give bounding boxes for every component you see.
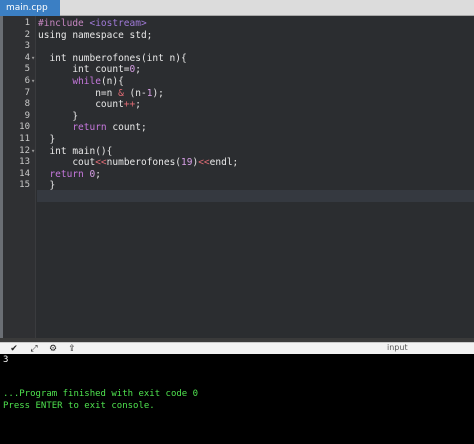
- fold-toggle-icon[interactable]: ▾: [31, 146, 37, 158]
- code-line: using namespace std;: [38, 30, 152, 42]
- line-number: 11: [19, 134, 30, 144]
- code-token: int main(){: [38, 145, 113, 157]
- line-number: 15: [19, 180, 30, 191]
- code-line: }: [38, 180, 55, 192]
- line-number: 2: [24, 29, 30, 40]
- code-line: }: [38, 111, 78, 123]
- code-token: cout: [38, 157, 96, 169]
- code-token: (n){: [100, 76, 124, 87]
- line-number: 5: [24, 64, 30, 75]
- code-line: }: [38, 134, 55, 146]
- fold-toggle-icon[interactable]: ▾: [31, 53, 37, 65]
- code-token: (n-: [123, 87, 147, 99]
- line-number: 3: [24, 41, 30, 52]
- code-token: 19: [181, 157, 193, 169]
- tab-main-cpp[interactable]: main.cpp: [0, 0, 60, 16]
- code-token: }: [38, 110, 79, 122]
- code-token: ;: [135, 99, 141, 111]
- line-number: 6: [24, 76, 30, 86]
- line-number: 12: [19, 145, 30, 156]
- code-line: n=n & (n-1);: [38, 88, 164, 100]
- line-number: 13: [19, 157, 30, 168]
- code-line: count++;: [38, 99, 141, 111]
- console-toolbar: ✔ ⤢ ⚙ ⇪ input: [0, 342, 474, 354]
- code-line: #include <iostream>: [38, 18, 147, 30]
- code-token: numberofones(: [106, 157, 182, 169]
- code-line: return count;: [38, 122, 147, 134]
- code-token: <<: [198, 157, 210, 169]
- code-token: ;: [135, 64, 141, 76]
- code-line: while(n){: [38, 76, 124, 88]
- line-number: 10: [19, 122, 30, 133]
- program-output: 3: [3, 355, 9, 365]
- code-token: count: [38, 99, 124, 111]
- line-number: 9: [24, 110, 30, 121]
- code-token: return: [72, 122, 107, 134]
- code-token: );: [152, 87, 164, 99]
- exit-prompt-text: Press ENTER to exit console.: [3, 401, 155, 411]
- input-tab[interactable]: input: [387, 343, 408, 353]
- code-token: using namespace std;: [38, 29, 153, 41]
- fold-toggle-icon[interactable]: ▾: [31, 76, 37, 88]
- code-token: ++: [123, 99, 136, 111]
- code-token: n=n: [38, 87, 119, 99]
- code-editor[interactable]: 1 2 3 4 ▾ 5 6 ▾ 7 8 9 10 11 12 ▾ 13 14 15 #include <iostr…: [0, 16, 474, 338]
- code-token: count;: [106, 122, 147, 134]
- code-token: <<: [95, 157, 107, 169]
- code-token: while: [72, 76, 101, 87]
- code-token: }: [38, 180, 56, 192]
- code-token: int numberofones(int n){: [38, 52, 187, 64]
- code-token: ;: [95, 168, 101, 180]
- code-token: }: [38, 134, 56, 145]
- code-token: <iostream>: [89, 18, 147, 29]
- line-number: 1: [24, 18, 30, 28]
- exit-status-text: ...Program finished with exit code 0: [3, 389, 199, 399]
- code-line: cout<<numberofones(19)<<endl;: [38, 157, 238, 169]
- code-token: return: [49, 168, 84, 180]
- current-line-highlight: [37, 190, 474, 202]
- code-token: int count=: [38, 64, 130, 76]
- code-token: endl;: [209, 157, 239, 169]
- code-line: int numberofones(int n){: [38, 52, 187, 65]
- code-line: int count=0;: [38, 64, 141, 76]
- code-line: return 0;: [38, 169, 101, 181]
- tab-bar: main.cpp: [0, 0, 474, 16]
- line-number: 8: [24, 99, 30, 110]
- code-token: #include: [38, 18, 90, 29]
- line-number: 4: [24, 52, 30, 63]
- line-number: 7: [24, 87, 30, 98]
- output-console[interactable]: 3 ...Program finished with exit code 0 P…: [0, 354, 474, 444]
- code-line: int main(){: [38, 146, 112, 158]
- line-number: 14: [19, 168, 30, 179]
